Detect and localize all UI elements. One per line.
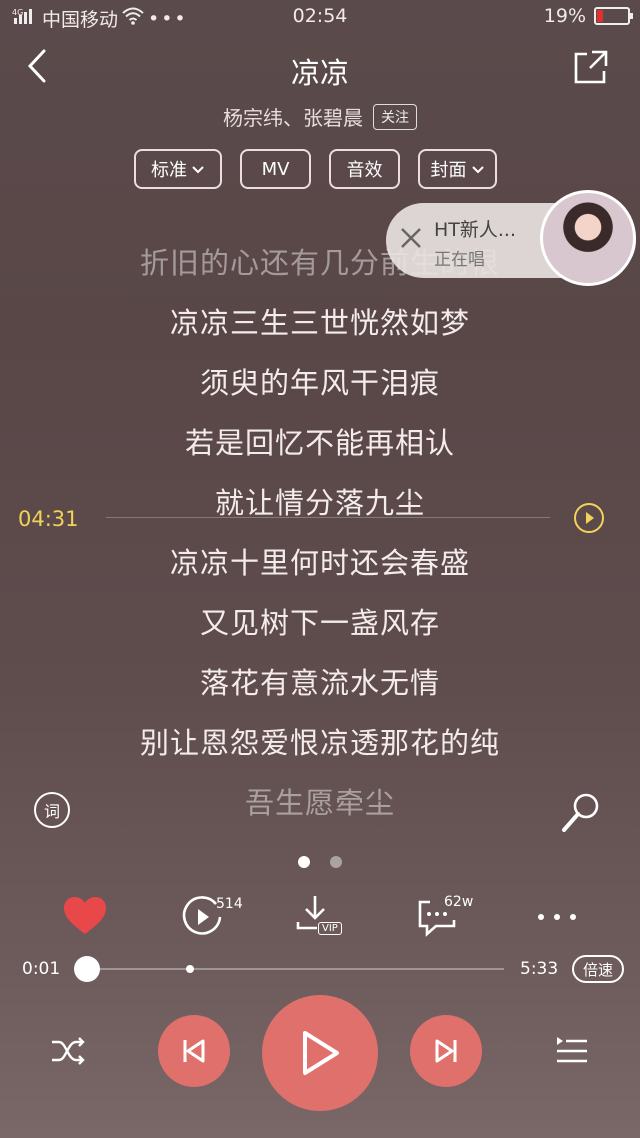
lyric-line: 若是回忆不能再相认 [184, 426, 455, 460]
quality-dropdown[interactable]: 标准 [134, 149, 222, 189]
quality-label: 标准 [151, 160, 187, 181]
lyric-seek-line [106, 517, 550, 518]
lyric-line: 就让情分落九尘 [214, 486, 425, 520]
sound-effect-label: 音效 [346, 160, 383, 181]
lyric-line: 吾生愿牵尘 [244, 786, 395, 820]
current-time: 0:01 [22, 959, 61, 979]
speed-label: 倍速 [582, 960, 613, 979]
playlist-icon[interactable] [554, 1033, 590, 1069]
page-title: 凉凉 [290, 56, 349, 90]
cover-label: 封面 [430, 160, 467, 181]
artist-row: 杨宗纬、张碧晨 关注 [0, 102, 640, 131]
option-pills: 标准 MV 音效 封面 [0, 149, 640, 189]
lyric-tool-button[interactable]: 词 [34, 792, 70, 828]
avatar[interactable] [540, 190, 636, 286]
lyric-line: 别让恩怨爱恨凉透那花的纯 [139, 726, 500, 760]
artist-names[interactable]: 杨宗纬、张碧晨 [223, 102, 363, 131]
microphone-icon[interactable] [556, 790, 602, 836]
play-icon [303, 1031, 339, 1075]
next-button[interactable] [410, 1015, 482, 1087]
lyric-seek-time: 04:31 [18, 507, 79, 531]
lyric-line: 凉凉十里何时还会春盛 [169, 546, 470, 580]
sound-effect-button[interactable]: 音效 [329, 149, 400, 189]
follow-button[interactable]: 关注 [373, 103, 417, 130]
lyric-tool-label: 词 [43, 802, 60, 821]
play-button[interactable] [262, 995, 378, 1111]
status-bar: 4G 中国移动 ••• 02:54 19% [0, 0, 640, 34]
battery-icon [594, 7, 633, 25]
progress-track[interactable] [86, 968, 504, 970]
previous-icon [183, 1039, 205, 1063]
chevron-down-icon [471, 159, 485, 180]
progress-bar: 0:01 5:33 倍速 [0, 955, 640, 985]
lyric-line: 须臾的年风干泪痕 [199, 366, 440, 400]
page-indicator [0, 856, 640, 868]
lyric-line: 又见树下一盏风存 [199, 606, 440, 640]
play-count: 514 [216, 896, 243, 912]
mv-label: MV [261, 158, 290, 180]
total-time: 5:33 [520, 959, 559, 979]
playback-controls [0, 995, 640, 1115]
mv-button[interactable]: MV [240, 149, 311, 189]
heart-icon[interactable] [60, 892, 110, 942]
speed-button[interactable]: 倍速 [572, 955, 624, 983]
seek-play-icon[interactable] [574, 503, 604, 533]
vip-badge: VIP [318, 922, 342, 935]
battery-percent: 19% [543, 5, 586, 27]
shuffle-icon[interactable] [50, 1033, 86, 1069]
buffer-marker [186, 965, 194, 973]
live-singer-name: HT新人... [434, 219, 517, 241]
lyric-line: 落花有意流水无情 [199, 666, 440, 700]
page-dot[interactable] [298, 856, 310, 868]
more-options-icon[interactable] [534, 892, 584, 942]
share-icon[interactable] [572, 48, 610, 86]
previous-button[interactable] [158, 1015, 230, 1087]
comment-count: 62w [444, 894, 474, 910]
chevron-down-icon [191, 159, 205, 180]
progress-knob[interactable] [74, 956, 100, 982]
close-icon[interactable] [398, 225, 424, 251]
page-dot[interactable] [330, 856, 342, 868]
cover-dropdown[interactable]: 封面 [418, 149, 497, 189]
lyric-line: 凉凉三生三世恍然如梦 [169, 306, 470, 340]
next-icon [435, 1039, 457, 1063]
action-row: 514 VIP 62w [0, 892, 640, 946]
live-singer-status: 正在唱 [434, 250, 485, 270]
